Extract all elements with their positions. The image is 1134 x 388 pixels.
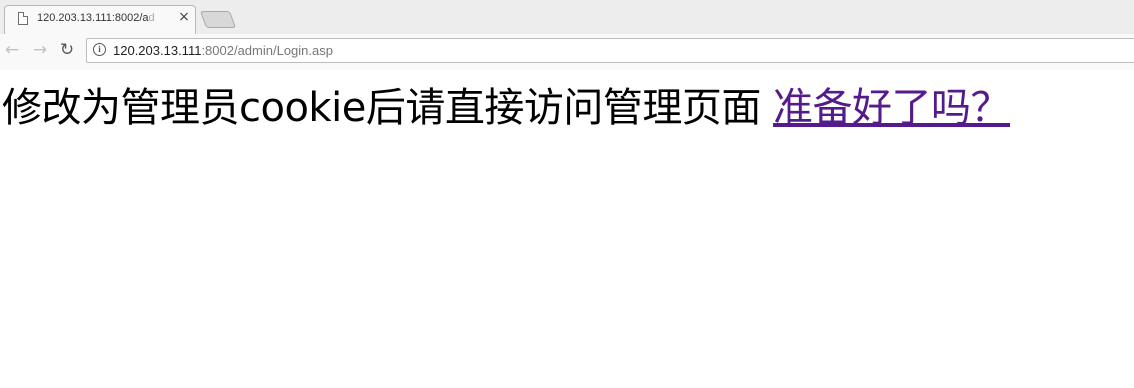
- address-bar[interactable]: i 120.203.13.111:8002/admin/Login.asp: [86, 38, 1134, 63]
- url-path: :8002/admin/Login.asp: [201, 43, 333, 58]
- site-info-icon[interactable]: i: [93, 43, 106, 56]
- page-document-icon: [18, 12, 28, 25]
- url-host: 120.203.13.111: [113, 43, 202, 58]
- url-text[interactable]: 120.203.13.111:8002/admin/Login.asp: [113, 43, 333, 58]
- new-tab-button[interactable]: [199, 11, 237, 28]
- reload-icon[interactable]: ↻: [57, 40, 77, 60]
- browser-tab[interactable]: 120.203.13.111:8002/ad ×: [4, 5, 196, 34]
- tab-strip: 120.203.13.111:8002/ad ×: [0, 0, 1134, 34]
- forward-arrow-icon[interactable]: →: [30, 40, 50, 60]
- tab-title: 120.203.13.111:8002/ad: [37, 12, 155, 24]
- page-message: 修改为管理员cookie后请直接访问管理页面 准备好了吗？: [2, 82, 1011, 134]
- close-tab-icon[interactable]: ×: [177, 9, 191, 25]
- back-arrow-icon[interactable]: ←: [2, 40, 22, 60]
- browser-toolbar: ← → ↻ i 120.203.13.111:8002/admin/Login.…: [0, 34, 1134, 70]
- page-content: 修改为管理员cookie后请直接访问管理页面 准备好了吗？: [0, 70, 1134, 388]
- message-text: 修改为管理员cookie后请直接访问管理页面: [2, 85, 774, 131]
- ready-link[interactable]: 准备好了吗？: [773, 85, 1011, 131]
- browser-chrome: 120.203.13.111:8002/ad × ← → ↻ i 120.203…: [0, 0, 1134, 70]
